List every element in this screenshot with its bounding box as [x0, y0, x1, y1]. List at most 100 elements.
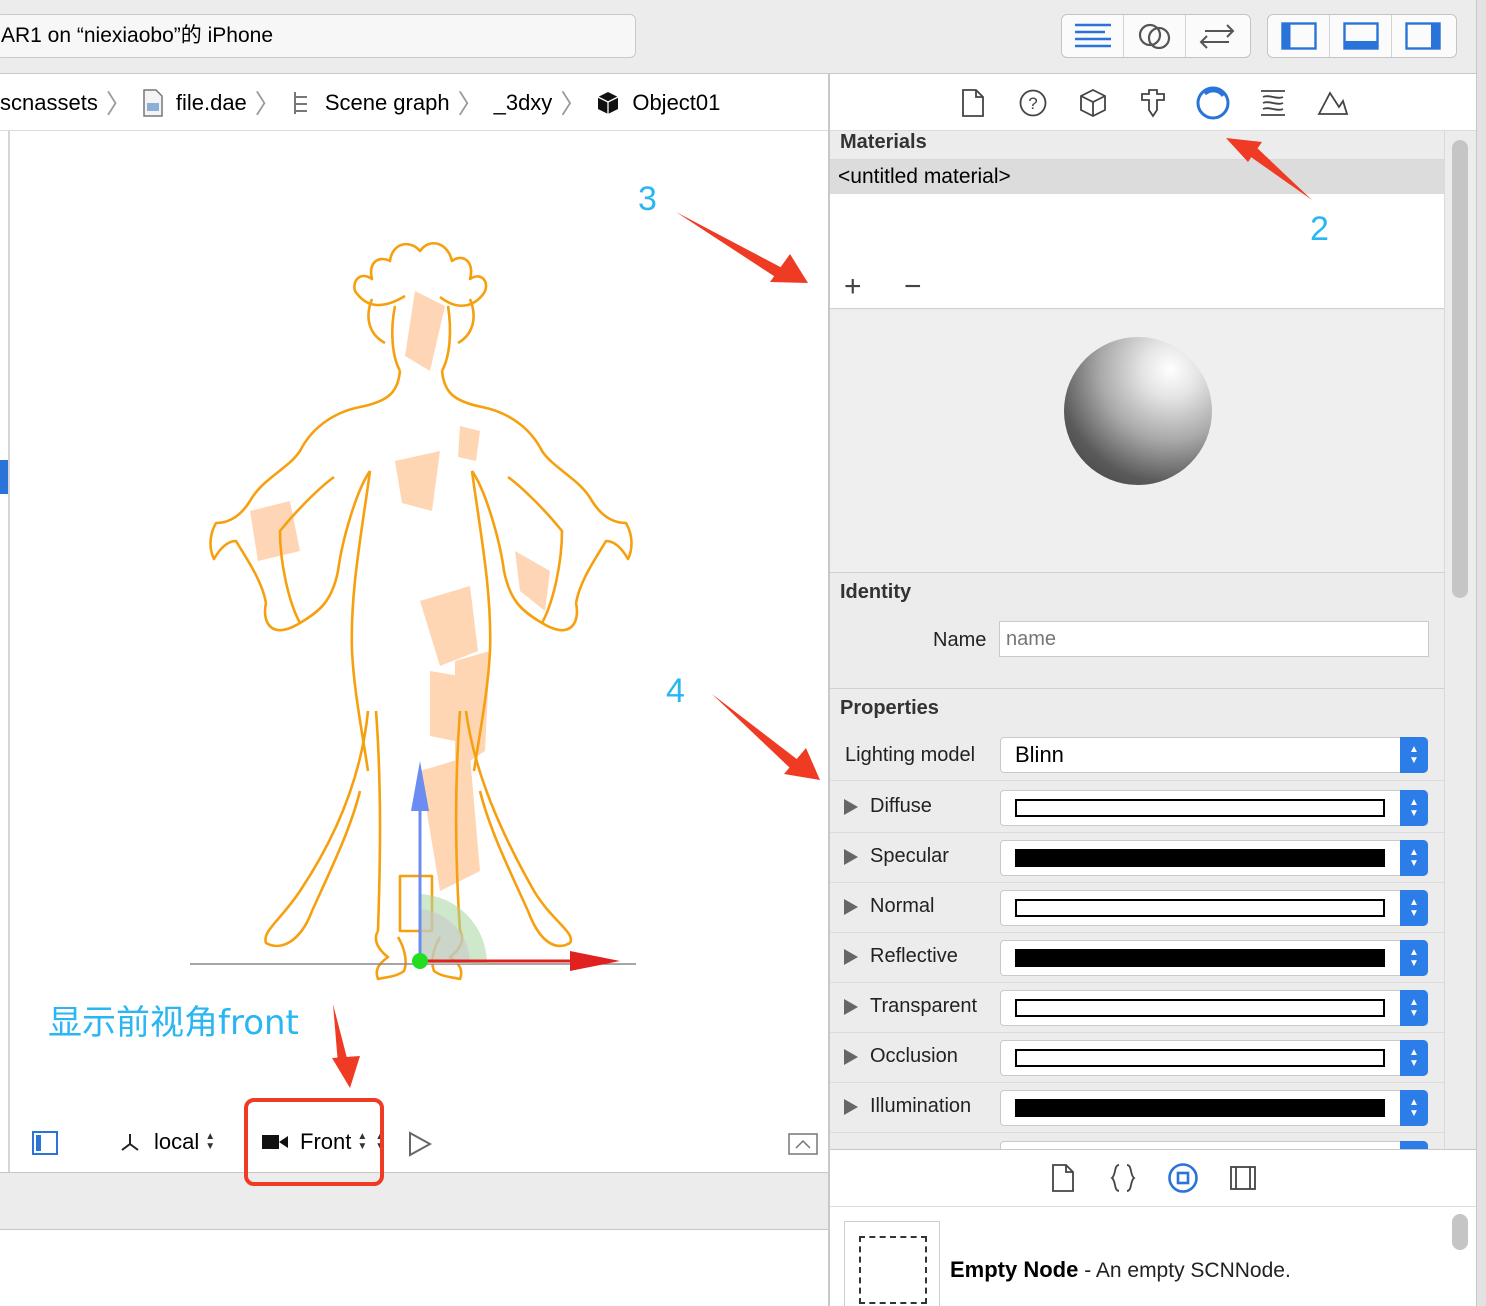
media-library-icon[interactable] — [1225, 1160, 1261, 1196]
property-label: Reflective — [870, 945, 958, 967]
utilities-toggle-icon[interactable] — [1392, 15, 1454, 57]
file-inspector-icon[interactable] — [955, 85, 991, 121]
assistant-editor-icon[interactable] — [1124, 15, 1186, 57]
material-inspector-icon[interactable] — [1195, 85, 1231, 121]
add-material-button[interactable]: + — [844, 270, 862, 304]
standard-editor-icon[interactable] — [1062, 15, 1124, 57]
file-template-icon[interactable] — [1045, 1160, 1081, 1196]
show-debug-icon[interactable] — [788, 1133, 818, 1160]
material-name-field[interactable] — [999, 621, 1429, 657]
color-well-popup[interactable]: ▲ ▼ — [1000, 840, 1428, 876]
breadcrumb-3dxy[interactable]: _3dxy — [494, 90, 553, 116]
properties-section-title: Properties — [840, 697, 939, 719]
coordinate-space-popup[interactable]: local ▲ ▼ — [120, 1129, 215, 1155]
breadcrumb-scnassets[interactable]: scnassets — [0, 90, 98, 116]
empty-node-icon — [859, 1236, 927, 1304]
video-camera-icon — [262, 1134, 288, 1150]
activity-viewer: AR1 on “niexiaobo”的 iPhone — [0, 14, 636, 58]
color-well-popup[interactable]: ▲ ▼ — [1000, 990, 1428, 1026]
inspector-scroll-thumb[interactable] — [1452, 140, 1468, 598]
color-well-popup[interactable]: ▲ ▼ — [1000, 940, 1428, 976]
disclosure-triangle-icon[interactable] — [844, 999, 858, 1015]
color-swatch — [1015, 1049, 1385, 1067]
materials-list[interactable]: <untitled material> + − — [830, 159, 1444, 309]
property-row-diffuse: Diffuse ▲ ▼ — [830, 783, 1444, 833]
property-label: Specular — [870, 845, 949, 867]
debug-area-toggle-icon[interactable] — [1330, 15, 1392, 57]
library-item-description[interactable]: Empty Node - An empty SCNNode. — [950, 1257, 1291, 1283]
material-inspector: Materials <untitled material> + − Identi… — [830, 131, 1444, 1149]
breadcrumb-file-dae[interactable]: file.dae — [142, 88, 247, 117]
disclosure-triangle-icon[interactable] — [844, 849, 858, 865]
camera-popup[interactable]: Front ▲ ▼ ▲ ▼ — [262, 1129, 385, 1155]
node-inspector-icon[interactable] — [1075, 85, 1111, 121]
inspector-tab-bar: ? — [830, 75, 1476, 131]
coord-space-label: local — [154, 1129, 200, 1154]
toggle-outline-button[interactable] — [32, 1131, 58, 1155]
color-swatch — [1015, 949, 1385, 967]
editor-mode-control — [1061, 14, 1251, 58]
property-row-normal: Normal ▲ ▼ — [830, 883, 1444, 933]
property-row-transparent: Transparent ▲ ▼ — [830, 983, 1444, 1033]
color-well-popup[interactable]: ▲ ▼ — [1000, 1040, 1428, 1076]
property-label: Diffuse — [870, 795, 932, 817]
property-label: Transparent — [870, 995, 978, 1017]
material-list-item[interactable]: <untitled material> — [830, 160, 1444, 194]
disclosure-triangle-icon[interactable] — [844, 899, 858, 915]
property-row-illumination: Illumination ▲ ▼ — [830, 1083, 1444, 1133]
debug-bar — [0, 1172, 828, 1230]
breadcrumb-label: Scene graph — [324, 89, 450, 115]
preview-sphere — [1064, 337, 1212, 485]
window-edge — [1476, 0, 1486, 1306]
library-scroll-thumb[interactable] — [1452, 1214, 1468, 1250]
identity-section-title: Identity — [840, 581, 912, 603]
color-well-popup[interactable]: ▲ ▼ — [1000, 890, 1428, 926]
annotation-caption: 显示前视角front — [48, 1003, 299, 1043]
selection-indicator — [0, 460, 8, 494]
version-editor-icon[interactable] — [1186, 15, 1248, 57]
material-preview — [830, 311, 1444, 573]
object-library-icon[interactable] — [1165, 1160, 1201, 1196]
color-well-popup[interactable]: ▲ ▼ — [1000, 790, 1428, 826]
library-item-thumbnail[interactable] — [844, 1221, 940, 1306]
annotation-number-3: 3 — [638, 180, 657, 218]
sidebar-icon — [36, 1135, 41, 1151]
disclosure-triangle-icon[interactable] — [844, 1049, 858, 1065]
color-swatch — [1015, 799, 1385, 817]
annotation-number-2: 2 — [1310, 210, 1329, 248]
popup-arrows-icon: ▲ ▼ — [1400, 990, 1428, 1026]
color-well-popup[interactable] — [1000, 1141, 1428, 1149]
navigator-toggle-icon[interactable] — [1268, 15, 1330, 57]
remove-material-button[interactable]: − — [904, 270, 922, 304]
editor-border — [8, 131, 10, 1172]
breadcrumb-scene-graph[interactable]: Scene graph — [291, 89, 450, 117]
scene-graph-icon — [291, 89, 311, 117]
scene-inspector-icon[interactable] — [1315, 85, 1351, 121]
attributes-inspector-icon[interactable] — [1135, 85, 1171, 121]
gizmo-origin — [412, 953, 428, 969]
disclosure-triangle-icon[interactable] — [844, 799, 858, 815]
dae-file-icon — [142, 88, 164, 117]
disclosure-triangle-icon[interactable] — [844, 1099, 858, 1115]
popup-arrows-icon — [1400, 1141, 1428, 1149]
popup-arrows-icon: ▲ ▼ — [1400, 1040, 1428, 1076]
breadcrumb-object01[interactable]: Object01 — [596, 90, 720, 116]
property-row-occlusion: Occlusion ▲ ▼ — [830, 1033, 1444, 1083]
disclosure-triangle-icon[interactable] — [844, 949, 858, 965]
property-row-specular: Specular ▲ ▼ — [830, 833, 1444, 883]
breadcrumb-label: _3dxy — [493, 89, 553, 115]
code-snippet-icon[interactable] — [1105, 1160, 1141, 1196]
materials-section-title: Materials — [840, 131, 927, 153]
quick-help-icon[interactable]: ? — [1015, 85, 1051, 121]
color-swatch — [1015, 849, 1385, 867]
physics-inspector-icon[interactable] — [1255, 85, 1291, 121]
lighting-model-popup[interactable]: Blinn ▲ ▼ — [1000, 737, 1428, 773]
play-icon[interactable] — [408, 1131, 433, 1162]
popup-arrows-icon: ▲ ▼ — [1400, 1090, 1428, 1126]
name-label: Name — [933, 629, 987, 651]
property-label: Occlusion — [870, 1045, 958, 1067]
color-well-popup[interactable]: ▲ ▼ — [1000, 1090, 1428, 1126]
popup-arrows-icon: ▲ ▼ — [357, 1131, 368, 1152]
section-divider — [830, 688, 1444, 689]
property-row-reflective: Reflective ▲ ▼ — [830, 933, 1444, 983]
